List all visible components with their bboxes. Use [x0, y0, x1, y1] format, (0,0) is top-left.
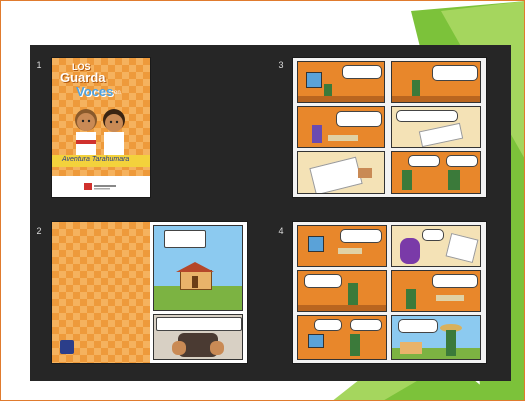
- cover-subtitle: Aventura Tarahumara: [62, 156, 130, 163]
- page-thumbnail-3[interactable]: [293, 58, 486, 197]
- page-number-4: 4: [278, 226, 284, 236]
- page-thumbnail-2[interactable]: [52, 222, 247, 363]
- logo-line-3: Voces: [76, 84, 114, 99]
- logo-suffix: en: [114, 90, 121, 96]
- page-number-3: 3: [278, 60, 284, 70]
- page-number-2: 2: [36, 226, 42, 236]
- comic-panel: [391, 225, 481, 267]
- slide-frame: 1 LOS Guarda Voces en Aventura Tarahumar…: [0, 0, 525, 401]
- children-illustration: [75, 109, 125, 157]
- page-thumbnail-1[interactable]: LOS Guarda Voces en Aventura Tarahumara: [52, 58, 150, 197]
- comic-panel: [297, 225, 387, 267]
- comic-panel: [297, 270, 387, 312]
- comic-panel: [391, 106, 481, 148]
- comic-panel: [391, 61, 481, 103]
- page-thumbnail-4[interactable]: [293, 222, 486, 363]
- comic-panel: [153, 225, 243, 311]
- comic-panel: [297, 151, 385, 194]
- back-cover: [52, 222, 150, 363]
- comic-panel: [391, 151, 481, 194]
- comic-panel: [297, 61, 385, 103]
- page-sorter-viewer: 1 LOS Guarda Voces en Aventura Tarahumar…: [30, 45, 511, 381]
- comic-panel: [153, 314, 243, 360]
- logo-line-2: Guarda: [60, 70, 106, 85]
- publisher-logo: [84, 183, 116, 190]
- comic-panel: [297, 106, 385, 148]
- comic-panel: [297, 315, 387, 360]
- comic-panel: [391, 270, 481, 312]
- page-number-1: 1: [36, 60, 42, 70]
- comic-panel: [391, 315, 481, 360]
